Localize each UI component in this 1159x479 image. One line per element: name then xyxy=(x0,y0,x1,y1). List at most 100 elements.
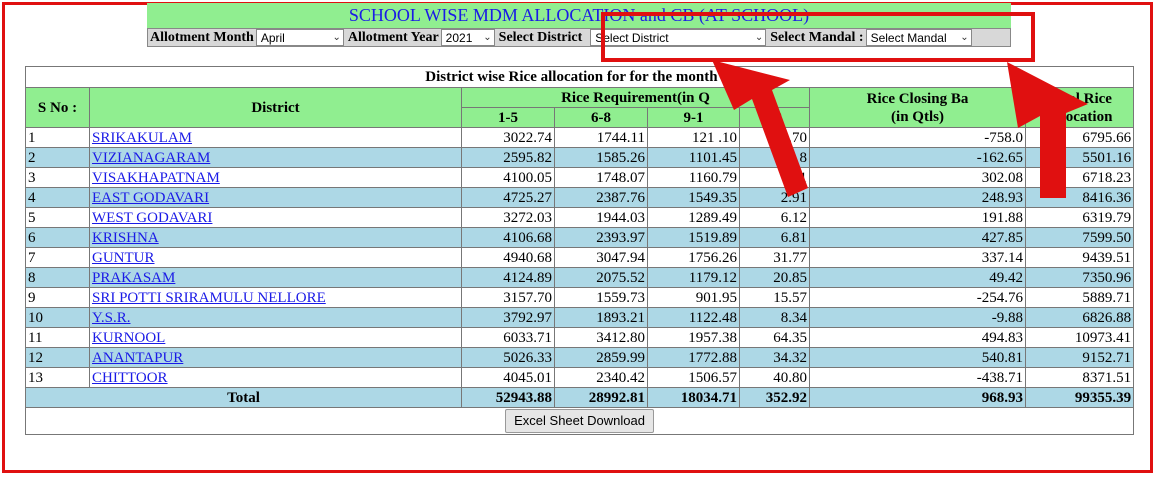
row-class-9-10: 1122.48 xyxy=(647,307,740,328)
table-row: 7 GUNTUR 4940.68 3047.94 1756.26 31.77 337.14 9… xyxy=(25,247,1135,268)
header-class-11-12: 12 xyxy=(739,107,810,128)
row-district-link[interactable]: CHITTOOR xyxy=(92,370,168,386)
table-row: 9 SRI POTTI SRIRAMULU NELLORE 3157.70 1559.… xyxy=(25,287,1135,308)
row-district-link[interactable]: ANANTAPUR xyxy=(92,350,183,366)
row-class-6-8: 2075.52 xyxy=(554,267,648,288)
row-district-cell: SRIKAKULAM xyxy=(89,127,462,148)
row-class-9-10: 1756.26 xyxy=(647,247,740,268)
row-class-11-12: 20.85 xyxy=(739,267,810,288)
row-class-9-10: 1519.89 xyxy=(647,227,740,248)
header-district: District xyxy=(89,87,462,128)
row-sno: 13 xyxy=(25,367,90,388)
row-district-link[interactable]: EAST GODAVARI xyxy=(92,190,209,206)
row-class-6-8: 1748.07 xyxy=(554,167,648,188)
row-total-allocation: 9152.71 xyxy=(1024,347,1135,368)
row-district-cell: SRI POTTI SRIRAMULU NELLORE xyxy=(89,287,462,308)
row-sno: 5 xyxy=(25,207,90,228)
table-row: 10 Y.S.R. 3792.97 1893.21 1122.48 8.34 -9.88 68… xyxy=(25,307,1135,328)
row-total-allocation: 10973.41 xyxy=(1024,327,1135,348)
month-value: April xyxy=(260,30,285,45)
row-district-cell: KRISHNA xyxy=(89,227,462,248)
row-class-6-8: 2859.99 xyxy=(554,347,648,368)
row-class-1-5: 3792.97 xyxy=(461,307,555,328)
header-sno: S No : xyxy=(25,87,90,128)
row-total-allocation: 7599.50 xyxy=(1024,227,1135,248)
row-district-link[interactable]: PRAKASAM xyxy=(92,270,175,286)
row-class-1-5: 3157.70 xyxy=(461,287,555,308)
row-class-11-12: 8 xyxy=(739,147,810,168)
table-row: 2 VIZIANAGARAM 2595.82 1585.26 1101.45 8 -162.… xyxy=(25,147,1135,168)
row-closing-balance: 302.08 xyxy=(809,167,1026,188)
row-closing-balance: 427.85 xyxy=(809,227,1026,248)
year-label: Allotment Year xyxy=(347,29,439,45)
row-closing-balance: 540.81 xyxy=(809,347,1026,368)
row-district-link[interactable]: Y.S.R. xyxy=(92,310,131,326)
row-class-1-5: 4045.01 xyxy=(461,367,555,388)
row-closing-balance: -162.65 xyxy=(809,147,1026,168)
row-class-1-5: 6033.71 xyxy=(461,327,555,348)
row-sno: 2 xyxy=(25,147,90,168)
table-row: 11 KURNOOL 6033.71 3412.80 1957.38 64.35 494.8… xyxy=(25,327,1135,348)
excel-download-button[interactable]: Excel Sheet Download xyxy=(505,409,654,433)
row-closing-balance: 248.93 xyxy=(809,187,1026,208)
row-class-9-10: 1549.35 xyxy=(647,187,740,208)
footer-cell: Excel Sheet Download xyxy=(24,407,1135,435)
row-district-link[interactable]: KRISHNA xyxy=(92,230,159,246)
row-class-1-5: 4725.27 xyxy=(461,187,555,208)
month-select[interactable]: April ⌄ xyxy=(255,29,344,46)
row-class-1-5: 2595.82 xyxy=(461,147,555,168)
row-district-link[interactable]: VIZIANAGARAM xyxy=(92,150,210,166)
header-total-line1: Total Rice xyxy=(1047,90,1112,107)
total-class-9-10: 18034.71 xyxy=(647,387,740,408)
footer-row: Excel Sheet Download xyxy=(24,407,1135,435)
table-caption-row: District wise Rice allocation for for th… xyxy=(24,66,1135,88)
row-class-6-8: 2340.42 xyxy=(554,367,648,388)
row-sno: 9 xyxy=(25,287,90,308)
row-district-cell: VISAKHAPATNAM xyxy=(89,167,462,188)
row-class-1-5: 3272.03 xyxy=(461,207,555,228)
row-class-11-12: 64.35 xyxy=(739,327,810,348)
row-class-9-10: 1506.57 xyxy=(647,367,740,388)
row-class-9-10: 901.95 xyxy=(647,287,740,308)
table-header-row: S No : District Rice Requirement(in Q Ri… xyxy=(25,87,1135,128)
row-closing-balance: -9.88 xyxy=(809,307,1026,328)
total-allocation: 99355.39 xyxy=(1024,387,1135,408)
row-district-link[interactable]: KURNOOL xyxy=(92,330,165,346)
row-total-allocation: 6795.66 xyxy=(1024,127,1135,148)
row-district-cell: PRAKASAM xyxy=(89,267,462,288)
row-district-link[interactable]: WEST GODAVARI xyxy=(92,210,212,226)
row-class-11-12: 34.32 xyxy=(739,347,810,368)
row-class-1-5: 4940.68 xyxy=(461,247,555,268)
row-district-cell: GUNTUR xyxy=(89,247,462,268)
row-district-link[interactable]: SRI POTTI SRIRAMULU NELLORE xyxy=(92,290,326,306)
row-sno: 3 xyxy=(25,167,90,188)
row-class-6-8: 1559.73 xyxy=(554,287,648,308)
row-district-link[interactable]: VISAKHAPATNAM xyxy=(92,170,220,186)
row-class-9-10: 1160.79 xyxy=(647,167,740,188)
year-select[interactable]: 2021 ⌄ xyxy=(440,29,495,46)
row-district-link[interactable]: SRIKAKULAM xyxy=(92,130,192,146)
row-class-11-12: 6.12 xyxy=(739,207,810,228)
header-class-6-8: 6-8 xyxy=(554,107,648,128)
row-district-link[interactable]: GUNTUR xyxy=(92,250,155,266)
row-class-6-8: 2393.97 xyxy=(554,227,648,248)
month-label: Allotment Month xyxy=(150,29,254,45)
row-class-6-8: 3412.80 xyxy=(554,327,648,348)
row-total-allocation: 7350.96 xyxy=(1024,267,1135,288)
row-class-1-5: 4106.68 xyxy=(461,227,555,248)
row-class-11-12: 11 xyxy=(739,167,810,188)
district-label: Select District xyxy=(498,29,583,45)
header-class-1-5: 1-5 xyxy=(461,107,555,128)
row-class-1-5: 4100.05 xyxy=(461,167,555,188)
row-class-11-12: .70 xyxy=(739,127,810,148)
row-class-9-10: 1101.45 xyxy=(647,147,740,168)
table-row: 6 KRISHNA 4106.68 2393.97 1519.89 6.81 427.85 7… xyxy=(25,227,1135,248)
table-row: 13 CHITTOOR 4045.01 2340.42 1506.57 40.80 -438… xyxy=(25,367,1135,388)
header-closing-balance: Rice Closing Ba (in Qtls) xyxy=(809,87,1026,128)
allocation-table: District wise Rice allocation for for th… xyxy=(24,66,1135,435)
table-row: 8 PRAKASAM 4124.89 2075.52 1179.12 20.85 49.42… xyxy=(25,267,1135,288)
row-class-11-12: 8.34 xyxy=(739,307,810,328)
table-row: 3 VISAKHAPATNAM 4100.05 1748.07 1160.79 11 302… xyxy=(25,167,1135,188)
row-district-cell: KURNOOL xyxy=(89,327,462,348)
row-class-9-10: 121 .10 xyxy=(647,127,740,148)
